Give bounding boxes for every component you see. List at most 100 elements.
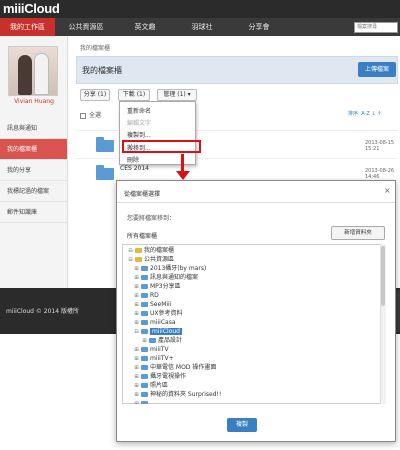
tree-node-label: RD <box>150 292 159 299</box>
tree-node[interactable]: ⊞ miiiTV <box>134 346 169 354</box>
toggle-icon[interactable]: ⊞ <box>134 292 139 300</box>
folder-icon <box>96 137 114 152</box>
tree-node[interactable]: ⊞ UX參考資料 <box>134 310 183 318</box>
page-header <box>76 56 398 84</box>
nav-my-workspace[interactable]: 我的工作區 <box>0 18 55 36</box>
dialog-instruction: 您要將檔案移到： <box>127 215 176 222</box>
tree-node-label: MP3分享區 <box>150 283 181 290</box>
nav-sharing[interactable]: 分享會 <box>231 18 287 36</box>
user-name[interactable]: Vivian Huang <box>0 98 68 105</box>
manage-dropdown-button[interactable]: 管理 (1) ▾ <box>157 89 197 101</box>
tree-node[interactable]: ⊟ 公共資源區 <box>128 256 174 264</box>
tree-node[interactable]: ⊟ 我的檔案櫃 <box>128 247 174 255</box>
toggle-icon[interactable]: ⊞ <box>142 337 147 345</box>
download-button[interactable]: 下載 (1) <box>118 89 150 101</box>
toggle-icon[interactable]: ⊞ <box>134 274 139 282</box>
avatar[interactable] <box>8 46 58 96</box>
folder-icon <box>141 347 148 352</box>
select-all-checkbox[interactable] <box>80 112 86 119</box>
menu-item-copy-to[interactable]: 複製到... <box>127 130 151 139</box>
tree-node[interactable]: ⊞ 訊息與通知的檔案 <box>134 274 198 282</box>
tree-node[interactable]: ⊞ <box>134 400 150 404</box>
sidebar-item-my-cabinet[interactable]: 我的檔案櫃 <box>0 139 67 160</box>
tree-node[interactable]: ⊞ miiiCasa <box>134 319 176 327</box>
tree-node-label: 照片區 <box>150 382 169 389</box>
search-input[interactable]: 檔案搜尋 <box>354 22 398 33</box>
nav-public-resources[interactable]: 公共資源區 <box>56 18 116 36</box>
toggle-icon[interactable]: ⊞ <box>134 265 139 273</box>
folder-icon <box>141 401 148 404</box>
toggle-icon[interactable]: ⊞ <box>134 391 139 399</box>
toggle-icon[interactable]: ⊟ <box>128 247 133 255</box>
sidebar-item-tagged-files[interactable]: 我標記過的檔案 <box>0 181 67 202</box>
tree-node[interactable]: ⊞ miiiTV+ <box>134 355 173 363</box>
toggle-icon[interactable]: ⊞ <box>134 310 139 318</box>
upload-button[interactable]: 上傳檔案 <box>358 62 396 77</box>
tree-node-label: miiiTV <box>150 346 169 353</box>
folder-icon <box>141 329 148 334</box>
folder-icon <box>141 275 148 280</box>
tree-node[interactable]: ⊞ 攝牙電視操作 <box>134 373 186 381</box>
tree-node-label: 我的檔案櫃 <box>144 247 175 254</box>
tree-node-label: 中華電信 MOD 操作畫面 <box>150 364 217 371</box>
toggle-icon[interactable]: ⊞ <box>134 382 139 390</box>
toggle-icon[interactable]: ⊟ <box>128 256 133 264</box>
toggle-icon[interactable]: ⊞ <box>134 283 139 291</box>
tree-node-label: miiiCasa <box>150 319 176 326</box>
folder-icon <box>135 257 142 262</box>
tree-node[interactable]: ⊞ RD <box>134 292 159 300</box>
tree-node[interactable]: ⊞ 中華電信 MOD 操作畫面 <box>134 364 216 372</box>
folder-icon <box>141 356 148 361</box>
toggle-icon[interactable]: ⊞ <box>134 400 139 404</box>
tree-node[interactable]: ⊞ 產品設計 <box>142 337 182 345</box>
sidebar-item-my-shares[interactable]: 我的分享 <box>0 160 67 181</box>
toggle-icon[interactable]: ⊟ <box>134 328 139 336</box>
breadcrumb[interactable]: 我的檔案櫃 <box>80 43 110 52</box>
nav-badminton[interactable]: 羽球社 <box>174 18 230 36</box>
tree-node[interactable]: ⊞ SeeMiii <box>134 301 171 309</box>
tree-node[interactable]: ⊞ MP3分享區 <box>134 283 181 291</box>
toggle-icon[interactable]: ⊞ <box>134 373 139 381</box>
tree-node-label: 神秘的資料夾 Surprised!! <box>150 391 222 398</box>
close-icon[interactable]: × <box>384 186 391 195</box>
folder-icon <box>141 365 148 370</box>
tree-node[interactable]: ⊞ 2013攝牙(by mars) <box>134 265 206 273</box>
tree-scroll-thumb[interactable] <box>381 246 385 306</box>
toggle-icon[interactable]: ⊞ <box>134 355 139 363</box>
tree-node[interactable]: ⊞ 神秘的資料夾 Surprised!! <box>134 391 221 399</box>
row-date: 2013-08-26 14:46 <box>365 168 395 180</box>
folder-icon <box>141 284 148 289</box>
menu-item-delete[interactable]: 刪除 <box>127 155 139 164</box>
tree-node-label: UX參考資料 <box>150 310 183 317</box>
tree-node-label: miiiCloud <box>150 328 182 335</box>
folder-icon <box>141 392 148 397</box>
toggle-icon[interactable]: ⊞ <box>134 301 139 309</box>
top-bar <box>0 0 400 18</box>
arrow-shaft <box>181 154 184 172</box>
sort-control[interactable]: 排序: A-Z ↓ ↑ <box>348 110 381 117</box>
tree-node-selected[interactable]: ⊟ miiiCloud <box>134 328 182 336</box>
dialog-title: 從檔案櫃選擇 <box>124 191 161 198</box>
menu-item-rename[interactable]: 重新命名 <box>127 106 151 115</box>
main-nav: 我的工作區 公共資源區 英文趣 羽球社 分享會 <box>0 18 400 36</box>
sidebar-item-mail-knowledge[interactable]: 郵件知識庫 <box>0 202 67 223</box>
toggle-icon[interactable]: ⊞ <box>134 319 139 327</box>
folder-icon <box>141 266 148 271</box>
sidebar-item-notifications[interactable]: 訊息與通知 <box>0 118 67 139</box>
folder-icon <box>96 165 114 180</box>
new-folder-button[interactable]: 新增資料夾 <box>331 226 385 240</box>
app-logo[interactable]: miiiCloud <box>3 1 60 16</box>
folder-icon <box>141 302 148 307</box>
folder-icon <box>135 248 142 253</box>
share-button[interactable]: 分享 (1) <box>80 89 110 101</box>
arrow-down-icon <box>176 171 190 180</box>
toggle-icon[interactable]: ⊞ <box>134 346 139 354</box>
tree-node-label: 產品設計 <box>158 337 183 344</box>
nav-english[interactable]: 英文趣 <box>117 18 173 36</box>
tree-node[interactable]: ⊞ 照片區 <box>134 382 168 390</box>
folder-icon <box>141 374 148 379</box>
folder-icon <box>141 383 148 388</box>
toggle-icon[interactable]: ⊞ <box>134 364 139 372</box>
copy-button[interactable]: 複製 <box>227 418 257 432</box>
select-all[interactable]: 全選 <box>80 110 101 119</box>
